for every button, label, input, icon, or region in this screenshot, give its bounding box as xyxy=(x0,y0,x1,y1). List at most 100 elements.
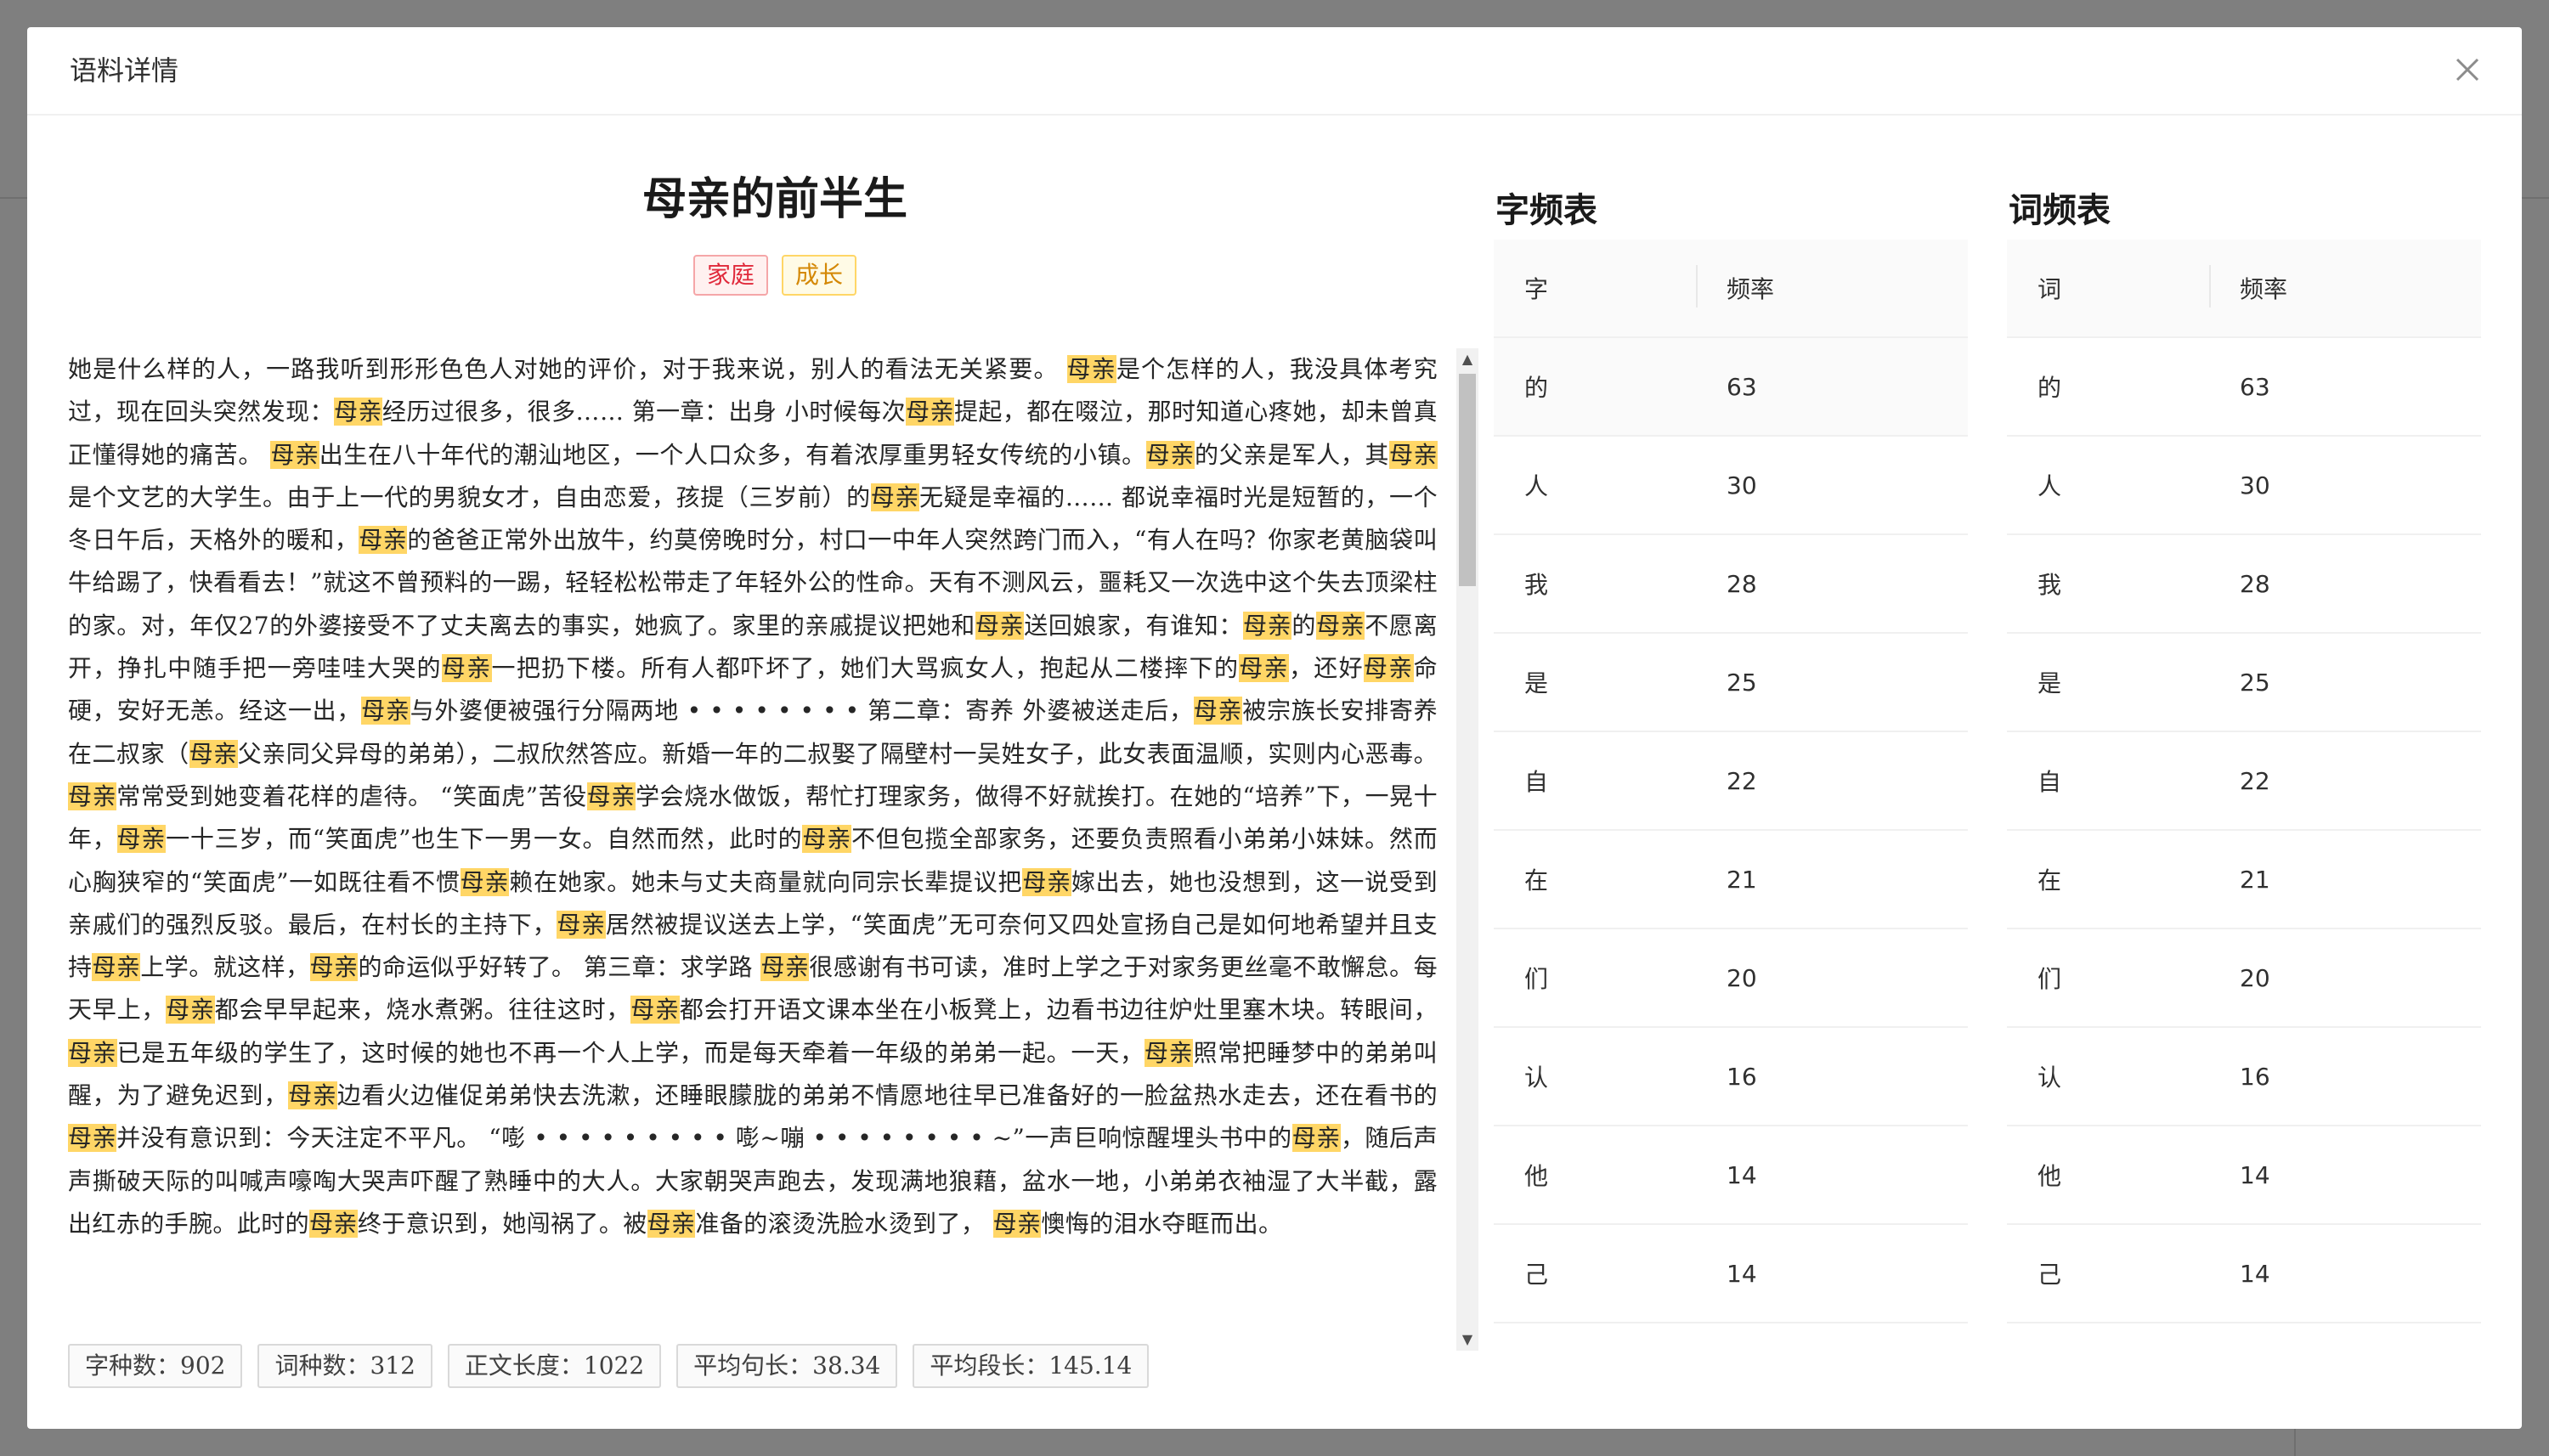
text-segment: 的父亲是军人，其 xyxy=(1195,440,1389,469)
highlighted-keyword: 母亲 xyxy=(1315,611,1365,640)
table-row[interactable]: 己 14 xyxy=(1494,1224,1968,1323)
char-freq-title: 字频表 xyxy=(1495,190,1597,230)
highlighted-keyword: 母亲 xyxy=(68,782,117,810)
highlighted-keyword: 母亲 xyxy=(1066,355,1116,383)
table-row[interactable]: 认 16 xyxy=(1494,1027,1968,1126)
term-cell: 人 xyxy=(1494,436,1696,535)
stat-word-types: 词种数：312 xyxy=(257,1344,432,1388)
highlighted-keyword: 母亲 xyxy=(460,867,510,896)
frequency-cell: 21 xyxy=(1696,830,1968,929)
frequency-cell: 20 xyxy=(2209,928,2481,1028)
table-row[interactable]: 在 21 xyxy=(2007,830,2481,929)
article-scrollbar[interactable]: ▲ ▼ xyxy=(1456,348,1478,1351)
table-row[interactable]: 自 22 xyxy=(1494,731,1968,831)
table-row[interactable]: 们 20 xyxy=(2007,928,2481,1028)
frequency-cell: 63 xyxy=(2209,337,2481,437)
article-title: 母亲的前半生 xyxy=(641,173,907,225)
table-row[interactable]: 人 30 xyxy=(2007,436,2481,535)
highlighted-keyword: 母亲 xyxy=(1239,654,1289,683)
text-segment: 已是五年级的学生了，这时候的她也不再一个人上学，而是每天牵着一年级的弟弟一起。一… xyxy=(116,1038,1145,1067)
term-cell: 人 xyxy=(2007,436,2209,535)
highlighted-keyword: 母亲 xyxy=(288,1081,337,1110)
table-row[interactable]: 人 30 xyxy=(1494,436,1968,535)
text-segment: 父亲同父异母的弟弟），二叔欣然答应。新婚一年的二叔娶了隔壁村一吴姓女子，此女表面… xyxy=(237,739,1438,768)
text-segment: 是个文艺的大学生。由于上一代的男貌女才，自由恋爱，孩提（三岁前）的 xyxy=(68,483,871,511)
table-row[interactable]: 他 14 xyxy=(2007,1126,2481,1225)
tag-list: 家庭 成长 xyxy=(70,255,1480,296)
highlighted-keyword: 母亲 xyxy=(309,1209,358,1238)
highlighted-keyword: 母亲 xyxy=(68,1038,117,1067)
highlighted-keyword: 母亲 xyxy=(1193,697,1243,725)
term-cell: 在 xyxy=(2007,830,2209,929)
char-freq-table: 字 频率 的 63 人 30 我 28 是 25 自 22 在 21 们 20 认 16 他 14 己 14 xyxy=(1494,240,1968,1323)
highlighted-keyword: 母亲 xyxy=(870,483,919,511)
table-row[interactable]: 是 25 xyxy=(1494,633,1968,732)
highlighted-keyword: 母亲 xyxy=(975,611,1025,640)
table-row[interactable]: 的 63 xyxy=(2007,337,2481,437)
text-segment: 懊悔的泪水夺眶而出。 xyxy=(1041,1209,1283,1238)
table-row[interactable]: 我 28 xyxy=(1494,534,1968,634)
corpus-detail-modal: 语料详情 母亲的前半生 家庭 成长 她是什么样的人，一路我听到形形色色人对她的评… xyxy=(27,27,2522,1429)
highlighted-keyword: 母亲 xyxy=(906,398,954,426)
modal-title: 语料详情 xyxy=(70,54,179,87)
scroll-up-arrow-icon[interactable]: ▲ xyxy=(1456,348,1478,370)
frequency-cell: 16 xyxy=(2209,1027,2481,1126)
table-row[interactable]: 是 25 xyxy=(2007,633,2481,732)
text-segment: 的命运似乎好转了。 第三章：求学路 xyxy=(358,953,761,982)
table-header-row: 词 频率 xyxy=(2007,240,2481,338)
term-cell: 自 xyxy=(1494,731,1696,831)
term-cell: 认 xyxy=(1494,1027,1696,1126)
highlighted-keyword: 母亲 xyxy=(1144,1038,1194,1067)
term-cell: 们 xyxy=(1494,928,1696,1028)
text-segment: 的 xyxy=(1291,611,1316,640)
column-header-char: 字 xyxy=(1494,240,1696,338)
frequency-cell: 30 xyxy=(1696,436,1968,535)
text-segment: 赖在她家。她未与丈夫商量就向同宗长辈提议把 xyxy=(509,867,1023,896)
table-row[interactable]: 们 20 xyxy=(1494,928,1968,1028)
highlighted-keyword: 母亲 xyxy=(1363,654,1414,683)
highlighted-keyword: 母亲 xyxy=(361,697,410,725)
term-cell: 认 xyxy=(2007,1027,2209,1126)
tag-growth: 成长 xyxy=(782,255,857,296)
article-body: 她是什么样的人，一路我听到形形色色人对她的评价，对于我来说，别人的看法无关紧要。… xyxy=(68,348,1438,1351)
term-cell: 自 xyxy=(2007,731,2209,831)
word-freq-table: 词 频率 的 63 人 30 我 28 是 25 自 22 在 21 们 20 认 16 他 14 己 14 xyxy=(2007,240,2481,1323)
text-segment: 她是什么样的人，一路我听到形形色色人对她的评价，对于我来说，别人的看法无关紧要。 xyxy=(68,355,1067,383)
highlighted-keyword: 母亲 xyxy=(334,398,382,426)
highlighted-keyword: 母亲 xyxy=(92,953,141,982)
table-row[interactable]: 自 22 xyxy=(2007,731,2481,831)
frequency-cell: 20 xyxy=(1696,928,1968,1028)
highlighted-keyword: 母亲 xyxy=(1145,440,1195,469)
highlighted-keyword: 母亲 xyxy=(647,1209,696,1238)
table-row[interactable]: 在 21 xyxy=(1494,830,1968,929)
highlighted-keyword: 母亲 xyxy=(270,440,319,469)
text-segment: 经历过很多，很多…… 第一章：出身 小时候每次 xyxy=(382,398,907,426)
text-segment: 一十三岁，而“笑面虎”也生下一男一女。自然而然，此时的 xyxy=(166,825,803,854)
scroll-down-arrow-icon[interactable]: ▼ xyxy=(1456,1329,1478,1351)
table-row[interactable]: 认 16 xyxy=(2007,1027,2481,1126)
column-header-frequency: 频率 xyxy=(2209,240,2481,338)
highlighted-keyword: 母亲 xyxy=(309,953,359,982)
table-row[interactable]: 己 14 xyxy=(2007,1224,2481,1323)
table-row[interactable]: 的 63 xyxy=(1494,337,1968,437)
close-icon xyxy=(2456,58,2479,82)
frequency-cell: 25 xyxy=(1696,633,1968,732)
frequency-cell: 14 xyxy=(1696,1224,1968,1323)
scrollbar-thumb[interactable] xyxy=(1459,374,1476,586)
text-segment: 都会早早起来，烧水煮粥。往往这时， xyxy=(214,996,631,1024)
term-cell: 们 xyxy=(2007,928,2209,1028)
table-row[interactable]: 他 14 xyxy=(1494,1126,1968,1225)
column-header-word: 词 xyxy=(2007,240,2209,338)
stat-char-types: 字种数：902 xyxy=(68,1344,243,1388)
close-button[interactable] xyxy=(2444,46,2491,93)
term-cell: 的 xyxy=(2007,337,2209,437)
frequency-cell: 14 xyxy=(2209,1224,2481,1323)
highlighted-keyword: 母亲 xyxy=(557,910,606,939)
frequency-cell: 14 xyxy=(2209,1126,2481,1225)
table-row[interactable]: 我 28 xyxy=(2007,534,2481,634)
highlighted-keyword: 母亲 xyxy=(116,825,167,854)
highlighted-keyword: 母亲 xyxy=(359,526,408,555)
highlighted-keyword: 母亲 xyxy=(1022,867,1071,896)
highlighted-keyword: 母亲 xyxy=(441,654,492,683)
frequency-cell: 25 xyxy=(2209,633,2481,732)
